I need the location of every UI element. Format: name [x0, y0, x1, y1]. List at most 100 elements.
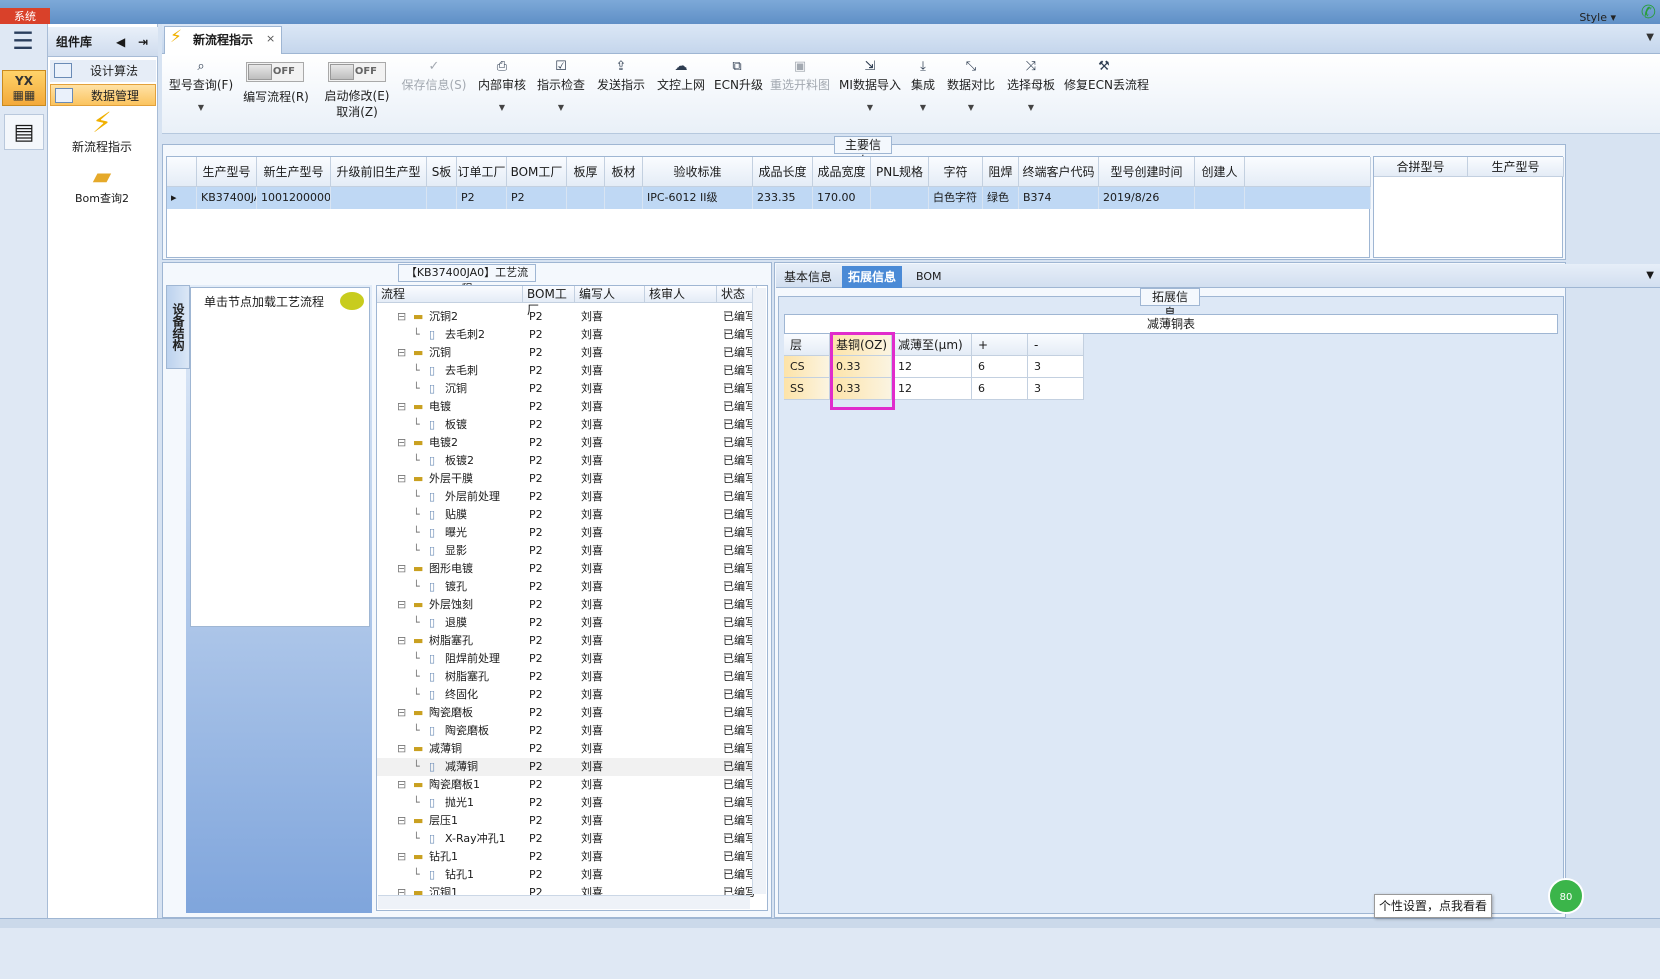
table-cell[interactable]: 3 — [1028, 356, 1084, 378]
grid-cell[interactable] — [871, 187, 929, 209]
tree-node-label[interactable]: 镀孔 — [445, 578, 467, 596]
grid-cell[interactable]: 10012000001445 — [257, 187, 331, 209]
expand-icon[interactable]: ⊟ — [397, 398, 406, 416]
column-header[interactable]: 核审人 — [645, 286, 717, 303]
tree-node-label[interactable]: 终固化 — [445, 686, 478, 704]
tree-node-label[interactable]: 陶瓷磨板1 — [429, 776, 480, 794]
table-cell[interactable]: CS — [784, 356, 830, 378]
data-compare-button[interactable]: ⤡ 数据对比 ▼ — [946, 58, 996, 112]
grid-cell[interactable] — [567, 187, 605, 209]
grid-cell[interactable]: 白色字符 — [929, 187, 983, 209]
fix-ecn-lost-flow-button[interactable]: ⚒ 修复ECN丢流程 — [1064, 58, 1149, 93]
tab-basic-info[interactable]: 基本信息 — [778, 266, 838, 288]
table-cell[interactable]: 3 — [1028, 378, 1084, 400]
expand-icon[interactable]: ⊟ — [397, 470, 406, 488]
tree-row[interactable]: ⊟ ▬ 沉铜 P2 刘喜 已编写 — [377, 344, 756, 362]
grid-cell[interactable]: 170.00 — [813, 187, 871, 209]
save-info-button[interactable]: ✓ 保存信息(S) — [400, 58, 468, 93]
horizontal-scrollbar[interactable] — [378, 895, 750, 909]
expand-icon[interactable]: ⊟ — [397, 344, 406, 362]
tree-node-label[interactable]: 树脂塞孔 — [429, 632, 473, 650]
tab-bom[interactable]: BOM — [910, 266, 948, 288]
tree-row[interactable]: ⊟ ▬ 沉铜2 P2 刘喜 已编写 — [377, 308, 756, 326]
calculator-icon[interactable]: ▤ — [4, 114, 44, 150]
component-item-data-management[interactable]: 数据管理 — [50, 84, 156, 106]
table-cell[interactable]: 12 — [892, 378, 972, 400]
table-cell[interactable]: 6 — [972, 356, 1028, 378]
tree-row[interactable]: ⊟ ▬ 陶瓷磨板 P2 刘喜 已编写 — [377, 704, 756, 722]
tree-node-label[interactable]: X-Ray冲孔1 — [445, 830, 506, 848]
tree-row[interactable]: ⊟ ▬ 外层蚀刻 P2 刘喜 已编写 — [377, 596, 756, 614]
tree-row[interactable]: └ ▯ 板镀 P2 刘喜 已编写 — [377, 416, 756, 434]
tree-node-label[interactable]: 沉铜 — [429, 344, 451, 362]
tree-row[interactable]: └ ▯ 钻孔1 P2 刘喜 已编写 — [377, 866, 756, 884]
tree-row[interactable]: ⊟ ▬ 外层干膜 P2 刘喜 已编写 — [377, 470, 756, 488]
tree-node-label[interactable]: 层压1 — [429, 812, 458, 830]
send-instruction-button[interactable]: ⇪ 发送指示 — [596, 58, 646, 93]
tab-equipment-structure[interactable]: 设备结构 — [166, 285, 190, 369]
tab-list-dropdown-icon[interactable]: ▼ — [1646, 32, 1654, 43]
internal-review-button[interactable]: ⎙ 内部审核 ▼ — [478, 58, 526, 112]
table-cell[interactable]: 6 — [972, 378, 1028, 400]
column-header[interactable]: 状态 — [717, 286, 757, 303]
yx-module-icon[interactable]: YX ▦▦ — [2, 70, 46, 106]
column-header[interactable]: 升级前旧生产型号 — [331, 157, 427, 209]
tab-extended-info[interactable]: 拓展信息 — [842, 266, 903, 288]
phone-icon[interactable]: ✆ — [1641, 2, 1656, 23]
tree-node-label[interactable]: 电镀 — [429, 398, 451, 416]
tree-row[interactable]: └ ▯ 抛光1 P2 刘喜 已编写 — [377, 794, 756, 812]
expand-icon[interactable]: ⊟ — [397, 560, 406, 578]
tree-node-label[interactable]: 去毛刺 — [445, 362, 478, 380]
column-header[interactable]: BOM工厂 — [523, 286, 575, 317]
tree-node-label[interactable]: 去毛刺2 — [445, 326, 485, 344]
column-header[interactable]: 新生产型号 — [257, 157, 331, 187]
grid-cell[interactable] — [1195, 187, 1245, 209]
bom-query-shortcut[interactable]: ▰ Bom查询2 — [60, 162, 144, 206]
column-header[interactable]: 合拼型号 — [1374, 157, 1468, 177]
tree-row[interactable]: ⊟ ▬ 电镀2 P2 刘喜 已编写 — [377, 434, 756, 452]
tree-row[interactable]: ⊟ ▬ 图形电镀 P2 刘喜 已编写 — [377, 560, 756, 578]
tree-row[interactable]: └ ▯ 阻焊前处理 P2 刘喜 已编写 — [377, 650, 756, 668]
hamburger-menu-icon[interactable]: ☰ — [8, 28, 38, 54]
collapse-left-icon[interactable]: ◀ — [116, 27, 125, 57]
tree-row[interactable]: ⊟ ▬ 减薄铜 P2 刘喜 已编写 — [377, 740, 756, 758]
column-header[interactable]: 终端客户代码 — [1019, 157, 1099, 187]
tree-row[interactable]: └ ▯ 板镀2 P2 刘喜 已编写 — [377, 452, 756, 470]
tree-row[interactable]: └ ▯ 沉铜 P2 刘喜 已编写 — [377, 380, 756, 398]
select-mother-board-button[interactable]: ⤨ 选择母板 ▼ — [1006, 58, 1056, 112]
grid-cell[interactable]: P2 — [507, 187, 567, 209]
tree-row[interactable]: ⊟ ▬ 电镀 P2 刘喜 已编写 — [377, 398, 756, 416]
column-header[interactable]: 板材 — [605, 157, 643, 187]
grid-cell[interactable]: 2019/8/26 — [1099, 187, 1195, 209]
grid-cell[interactable]: 233.35 — [753, 187, 813, 209]
tree-row[interactable]: └ ▯ 减薄铜 P2 刘喜 已编写 — [377, 758, 756, 776]
cancel-label[interactable]: 取消(Z) — [336, 105, 378, 119]
grid-cell[interactable]: 绿色 — [983, 187, 1019, 209]
column-header[interactable]: 编写人 — [575, 286, 645, 303]
instruction-check-button[interactable]: ☑ 指示检查 ▼ — [536, 58, 586, 112]
column-header[interactable]: 订单工厂 — [457, 157, 507, 187]
tree-node-label[interactable]: 钻孔1 — [445, 866, 474, 884]
column-header[interactable]: 成品长度 — [753, 157, 813, 187]
column-header[interactable]: S板 — [427, 157, 457, 187]
tree-row[interactable]: └ ▯ 外层前处理 P2 刘喜 已编写 — [377, 488, 756, 506]
model-query-button[interactable]: ⌕ 型号查询(F) ▼ — [168, 58, 234, 112]
tree-row[interactable]: ⊟ ▬ 树脂塞孔 P2 刘喜 已编写 — [377, 632, 756, 650]
tree-row[interactable]: └ ▯ 曝光 P2 刘喜 已编写 — [377, 524, 756, 542]
tree-node-label[interactable]: 图形电镀 — [429, 560, 473, 578]
tree-node-label[interactable]: 退膜 — [445, 614, 467, 632]
expand-icon[interactable]: ⊟ — [397, 632, 406, 650]
expand-icon[interactable]: ⊟ — [397, 812, 406, 830]
tree-node-label[interactable]: 外层干膜 — [429, 470, 473, 488]
pin-icon[interactable]: ⇥ — [138, 27, 148, 57]
tree-node-label[interactable]: 外层前处理 — [445, 488, 500, 506]
vertical-scrollbar[interactable] — [752, 288, 766, 894]
expand-icon[interactable]: ⊟ — [397, 308, 406, 326]
tree-row[interactable]: └ ▯ 镀孔 P2 刘喜 已编写 — [377, 578, 756, 596]
grid-cell[interactable]: KB37400JA0 — [197, 187, 257, 209]
column-header[interactable]: PNL规格 — [871, 157, 929, 187]
column-header[interactable]: 字符 — [929, 157, 983, 187]
column-header[interactable]: 流程 — [377, 286, 523, 303]
tree-row[interactable]: └ ▯ 陶瓷磨板 P2 刘喜 已编写 — [377, 722, 756, 740]
tree-node-label[interactable]: 板镀 — [445, 416, 467, 434]
